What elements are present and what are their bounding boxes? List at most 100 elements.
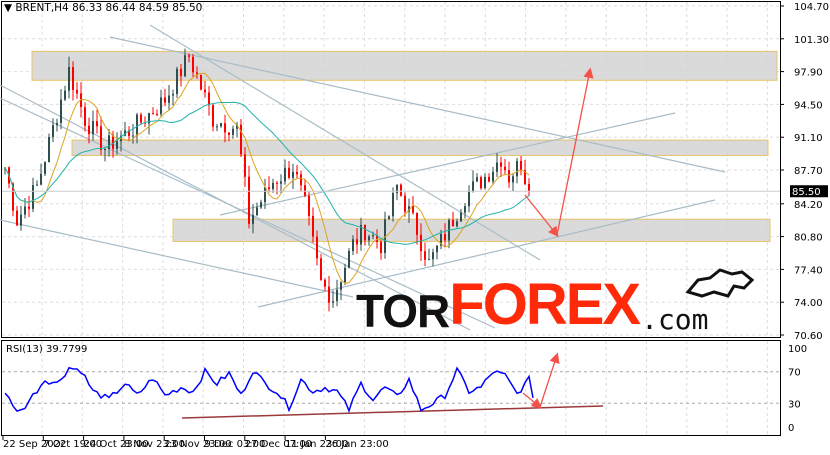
candle-body (312, 215, 314, 237)
candle-body (136, 114, 138, 136)
candle-body (476, 177, 478, 182)
candle-body (252, 215, 254, 224)
symbol-label: BRENT,H4 (15, 2, 69, 14)
candle-body (208, 92, 210, 106)
candle-body (56, 123, 58, 126)
candle-body (256, 207, 258, 216)
candle-body (324, 279, 326, 287)
candle-body (300, 174, 302, 186)
y-tick-label: 80.80 (794, 233, 823, 244)
candle-body (444, 234, 446, 241)
candle-body (492, 171, 494, 182)
candle-body (20, 214, 22, 226)
logo-text-tor: TOR (356, 285, 450, 337)
candle-body (496, 162, 498, 172)
trend-line (219, 112, 676, 216)
candle-body (284, 167, 286, 182)
candle-body (220, 123, 222, 127)
candle-body (308, 195, 310, 216)
candle-body (400, 184, 402, 196)
candle-body (16, 210, 18, 226)
candle-body (224, 123, 226, 133)
candle-body (264, 187, 266, 203)
last-price-label: 85.50 (792, 187, 821, 198)
candle-body (188, 55, 190, 57)
candle-body (232, 128, 234, 135)
candle-body (244, 154, 246, 177)
candle-body (348, 250, 350, 268)
symbol-header: ▼ BRENT,H4 86.33 86.44 84.59 85.50 (4, 2, 202, 14)
candle-body (28, 206, 30, 209)
candle-body (108, 135, 110, 150)
candle-body (200, 74, 202, 90)
candle-body (504, 166, 506, 171)
candle-body (116, 141, 118, 149)
candle-body (520, 160, 522, 171)
candle-body (488, 176, 490, 182)
logo-text-com: .com (641, 303, 709, 336)
candle-body (160, 97, 162, 115)
candle-body (192, 56, 194, 73)
candle-body (516, 160, 518, 177)
candle-body (64, 90, 66, 100)
logo-text-forex: FOREX (449, 272, 641, 337)
candle-body (92, 121, 94, 135)
candle-body (288, 167, 290, 178)
candle-body (296, 171, 298, 175)
candle-body (512, 176, 514, 183)
candle-body (140, 114, 142, 123)
candle-body (460, 212, 462, 222)
candle-body (368, 236, 370, 241)
rsi-line (4, 366, 534, 414)
candle-body (88, 125, 90, 135)
candle-body (24, 206, 26, 215)
y-tick-label: 84.20 (794, 200, 823, 211)
candle-body (168, 95, 170, 103)
candle-body (44, 162, 46, 174)
rsi-support-line (181, 405, 604, 419)
candle-body (344, 267, 346, 283)
y-tick-label: 104.70 (794, 2, 829, 13)
y-tick-label: 87.70 (794, 166, 823, 177)
candle-body (452, 219, 454, 227)
candle-body (280, 181, 282, 184)
candle-body (164, 97, 166, 103)
candle-body (432, 252, 434, 260)
chart-window: 104.70 101.30 97.90 94.50 91.10 87.70 84.20 80.… (0, 0, 830, 455)
rsi-arrow-up (539, 352, 560, 408)
candle-body (412, 206, 414, 213)
chart-canvas[interactable]: 104.70 101.30 97.90 94.50 91.10 87.70 84.20 80.… (0, 0, 830, 455)
candle-body (104, 149, 106, 151)
candle-body (472, 181, 474, 192)
candle-body (424, 251, 426, 260)
torforex-logo: TOR FOREX .com (356, 270, 709, 337)
y-tick-label: 94.50 (794, 100, 823, 111)
rsi-tick-label: 100 (788, 344, 807, 355)
candle-body (340, 282, 342, 290)
candle-body (276, 182, 278, 184)
candle-body (380, 241, 382, 254)
candle-body (32, 185, 34, 209)
rsi-title: RSI(13) 39.7799 (6, 344, 87, 355)
candle-body (416, 212, 418, 235)
sr-zone (31, 50, 778, 81)
candle-body (456, 221, 458, 227)
candle-body (388, 216, 390, 220)
candle-body (356, 239, 358, 245)
candle-body (204, 89, 206, 93)
candle-body (464, 206, 466, 213)
sr-zone (71, 139, 769, 157)
candle-body (404, 195, 406, 212)
rsi-panel-frame (1, 340, 781, 436)
candle-body (508, 170, 510, 183)
candle-body (52, 125, 54, 138)
candle-body (528, 183, 530, 192)
y-tick-label: 91.10 (794, 133, 823, 144)
candle-body (112, 135, 114, 149)
candle-body (292, 171, 294, 178)
candle-body (212, 105, 214, 127)
dropdown-triangle-icon[interactable]: ▼ (4, 2, 12, 14)
candle-body (84, 107, 86, 126)
candle-body (172, 94, 174, 96)
candle-body (500, 162, 502, 167)
